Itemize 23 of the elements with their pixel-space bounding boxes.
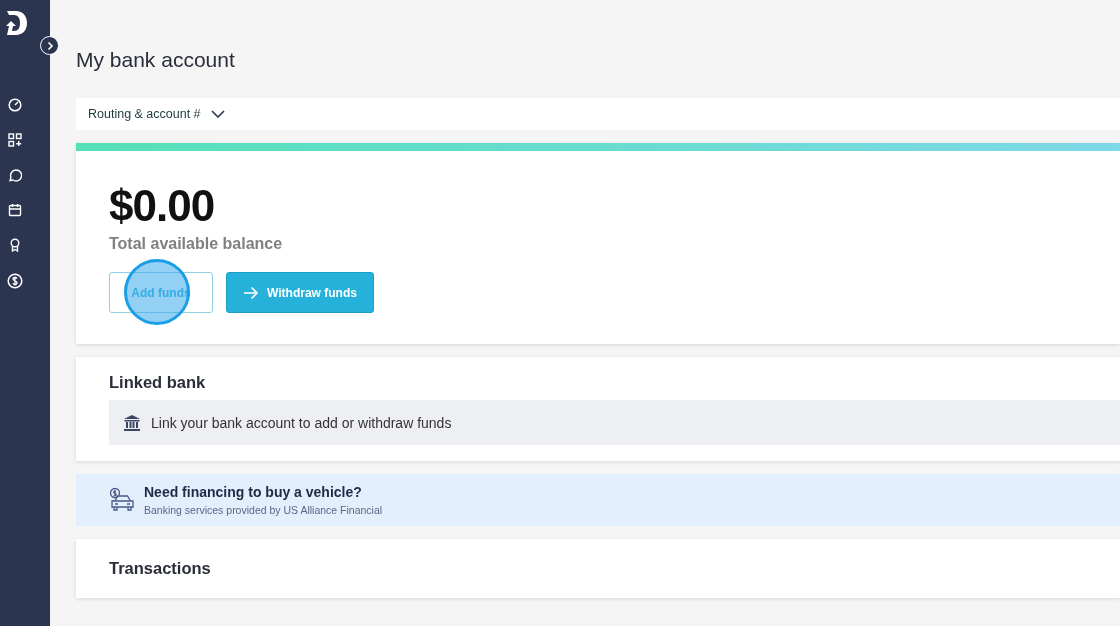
section-heading: Transactions — [109, 559, 212, 578]
expand-sidebar-button[interactable] — [40, 36, 59, 55]
speedometer-icon[interactable] — [8, 98, 22, 112]
financing-subtitle: Banking services provided by US Alliance Financial — [144, 504, 383, 516]
account-details-toggle[interactable]: Routing & account # — [76, 98, 1120, 130]
link-bank-row[interactable]: Link your bank account to add or withdraw funds — [109, 400, 1120, 445]
link-bank-text: Link your bank account to add or withdraw funds — [151, 414, 452, 431]
apps-icon[interactable] — [8, 133, 22, 147]
chevron-icon — [210, 110, 225, 118]
calendar-icon[interactable] — [8, 203, 22, 217]
arrow-right-icon — [243, 285, 259, 300]
balance-label: Total available balance — [109, 235, 284, 253]
financing-title: Need financing to buy a vehicle? — [144, 484, 363, 500]
dollar-icon[interactable] — [7, 273, 23, 289]
section-heading: Linked bank — [109, 373, 207, 392]
bank-icon — [123, 413, 141, 432]
financing-banner[interactable]: Need financing to buy a vehicle? Banking services provided by US Alliance Financial — [76, 474, 1120, 526]
page-title: My bank account — [76, 48, 236, 72]
car-loan-icon — [109, 487, 135, 513]
balance-amount: $0.00 — [109, 181, 216, 231]
chat-icon[interactable] — [8, 168, 22, 182]
award-icon[interactable] — [8, 238, 22, 252]
logo-icon[interactable] — [4, 10, 28, 36]
